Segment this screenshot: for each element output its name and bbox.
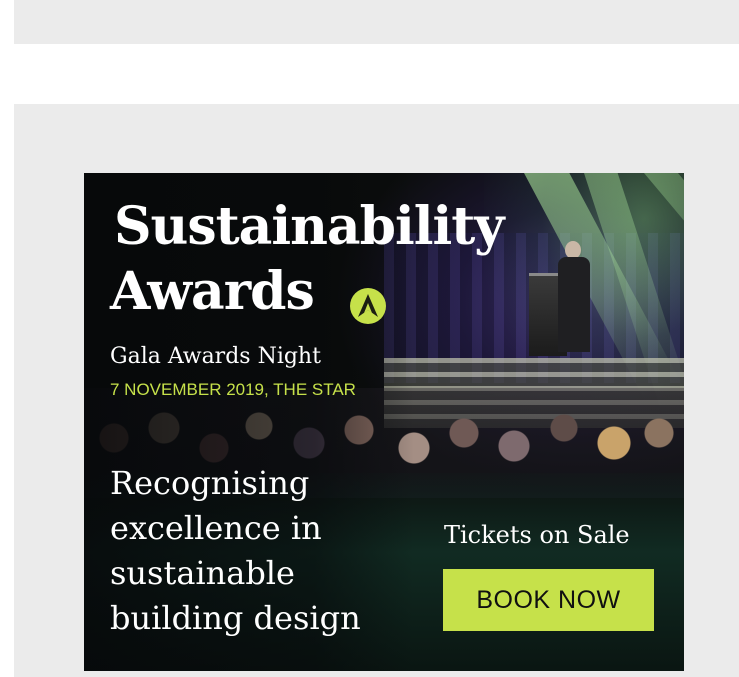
sustainability-awards-banner[interactable]: Sustainability Awards Gala Awards Night … (84, 173, 684, 671)
awards-title-line2: Awards (110, 261, 315, 322)
tagline: Recognising excellence in sustainable bu… (110, 461, 361, 641)
awards-title-line1: Sustainability (114, 196, 504, 257)
tagline-line: Recognising (110, 464, 310, 502)
speaker-body (558, 257, 590, 352)
tagline-line: sustainable (110, 554, 295, 592)
book-now-button[interactable]: BOOK NOW (443, 569, 654, 631)
tagline-line: excellence in (110, 509, 322, 547)
event-subtitle: Gala Awards Night (110, 344, 321, 369)
top-placeholder-bar (14, 0, 739, 44)
event-date-venue: 7 NOVEMBER 2019, THE STAR (110, 380, 356, 399)
triangle-a-logo-icon (350, 288, 386, 324)
tagline-line: building design (110, 599, 361, 637)
tickets-on-sale-text: Tickets on Sale (444, 521, 630, 549)
